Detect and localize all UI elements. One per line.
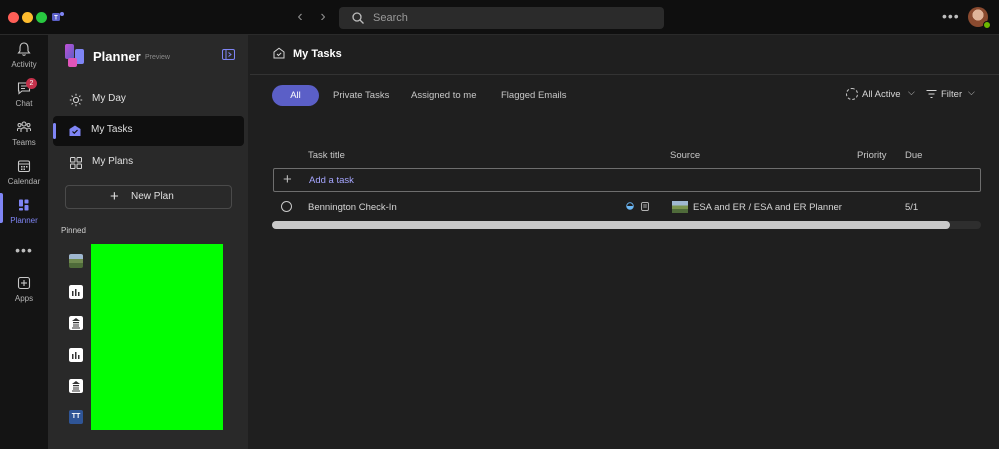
more-options-icon[interactable]: ••• — [942, 8, 960, 24]
teams-logo-icon: T — [52, 12, 64, 22]
title-bar: T ‹ › ••• — [0, 0, 999, 35]
progress-half-icon — [626, 202, 634, 210]
search-input[interactable] — [373, 7, 653, 29]
complete-task-checkbox[interactable] — [281, 201, 292, 212]
svg-text:T: T — [54, 16, 58, 22]
nav-item-my-day[interactable]: My Day — [53, 85, 244, 115]
apps-icon — [17, 276, 31, 290]
rail-label: Activity — [11, 60, 37, 69]
filter-icon — [926, 90, 937, 98]
close-window-button[interactable] — [8, 12, 19, 23]
chevron-down-icon: ⌵ — [968, 87, 975, 97]
rail-item-teams[interactable]: Teams — [0, 119, 48, 157]
horizontal-scrollbar-thumb[interactable] — [272, 221, 950, 229]
zoom-window-button[interactable] — [36, 12, 47, 23]
rail-item-chat[interactable]: 2 Chat — [0, 78, 48, 118]
back-arrow-icon[interactable]: ‹ — [292, 9, 308, 25]
main-header: My Tasks — [250, 35, 999, 75]
add-task-row[interactable]: + Add a task — [273, 168, 981, 192]
rail-label: Apps — [14, 294, 34, 303]
plus-icon: + — [110, 188, 119, 205]
add-task-label: Add a task — [309, 175, 354, 186]
table-row[interactable]: Bennington Check-In ESA and ER / ESA and… — [273, 195, 981, 219]
rail-label: Calendar — [7, 177, 41, 186]
nav-label: My Plans — [92, 156, 134, 167]
rail-label: Chat — [15, 99, 33, 108]
calendar-icon — [17, 160, 31, 173]
building-icon[interactable] — [69, 379, 83, 393]
forward-arrow-icon[interactable]: › — [315, 9, 331, 25]
task-title[interactable]: Bennington Check-In — [308, 202, 397, 213]
app-title: Planner — [93, 49, 141, 64]
rail-item-calendar[interactable]: Calendar — [0, 158, 48, 196]
unread-badge: 2 — [26, 78, 37, 89]
landscape-icon[interactable] — [69, 254, 83, 268]
progress-circle-icon — [846, 88, 858, 100]
tab-private-tasks[interactable]: Private Tasks — [333, 85, 389, 106]
presence-available-icon — [983, 21, 991, 29]
pinned-section-label: Pinned — [61, 226, 86, 235]
app-rail: Activity 2 Chat Teams Calendar Planner •… — [0, 35, 48, 449]
column-header-task-title[interactable]: Task title — [308, 150, 345, 161]
sun-icon — [69, 93, 83, 107]
redacted-region — [91, 244, 223, 430]
planner-side-panel: Planner Preview My Day My Tasks My Plans… — [48, 35, 249, 449]
rail-label: Teams — [12, 138, 36, 147]
chevron-down-icon: ⌵ — [908, 87, 915, 97]
my-tasks-home-icon — [273, 47, 285, 59]
new-plan-label: New Plan — [131, 191, 174, 202]
page-title: My Tasks — [293, 48, 342, 60]
landscape-icon — [672, 201, 688, 213]
nav-label: My Day — [92, 93, 126, 104]
tab-flagged-emails[interactable]: Flagged Emails — [501, 85, 566, 106]
chart-icon[interactable] — [69, 285, 83, 299]
more-apps-icon[interactable]: ••• — [0, 242, 48, 258]
nav-active-indicator — [53, 123, 56, 139]
new-plan-button[interactable]: + New Plan — [65, 185, 232, 209]
task-source[interactable]: ESA and ER / ESA and ER Planner — [693, 202, 842, 213]
rail-item-planner[interactable]: Planner — [0, 197, 48, 235]
notes-icon — [641, 202, 649, 211]
column-header-due[interactable]: Due — [905, 150, 922, 161]
building-icon[interactable] — [69, 316, 83, 330]
rail-item-apps[interactable]: Apps — [0, 275, 48, 313]
rail-item-activity[interactable]: Activity — [0, 41, 48, 79]
grid-icon — [70, 157, 82, 169]
teams-icon — [17, 121, 31, 132]
my-tasks-icon — [69, 125, 81, 136]
task-due-date: 5/1 — [905, 202, 919, 213]
chart-icon[interactable] — [69, 348, 83, 362]
tt-initials-icon[interactable]: TT — [69, 410, 83, 424]
nav-item-my-plans[interactable]: My Plans — [53, 148, 244, 178]
preview-tag: Preview — [145, 54, 170, 61]
rail-label: Planner — [10, 216, 38, 225]
status-filter-label: All Active — [862, 89, 901, 100]
planner-icon — [19, 199, 29, 211]
bell-icon — [17, 42, 31, 56]
tab-all[interactable]: All — [272, 85, 319, 106]
planner-logo-icon — [65, 44, 84, 67]
collapse-panel-icon[interactable] — [222, 49, 235, 60]
column-header-priority[interactable]: Priority — [857, 150, 887, 161]
filter-label: Filter — [941, 89, 963, 100]
nav-item-my-tasks[interactable]: My Tasks — [53, 116, 244, 146]
plus-icon: + — [283, 171, 292, 188]
main-content: My Tasks All Private Tasks Assigned to m… — [250, 35, 999, 449]
nav-label: My Tasks — [91, 124, 133, 135]
column-header-source[interactable]: Source — [670, 150, 700, 161]
search-icon — [352, 12, 364, 24]
tab-assigned-to-me[interactable]: Assigned to me — [411, 85, 476, 106]
minimize-window-button[interactable] — [22, 12, 33, 23]
search-box[interactable] — [339, 7, 664, 29]
